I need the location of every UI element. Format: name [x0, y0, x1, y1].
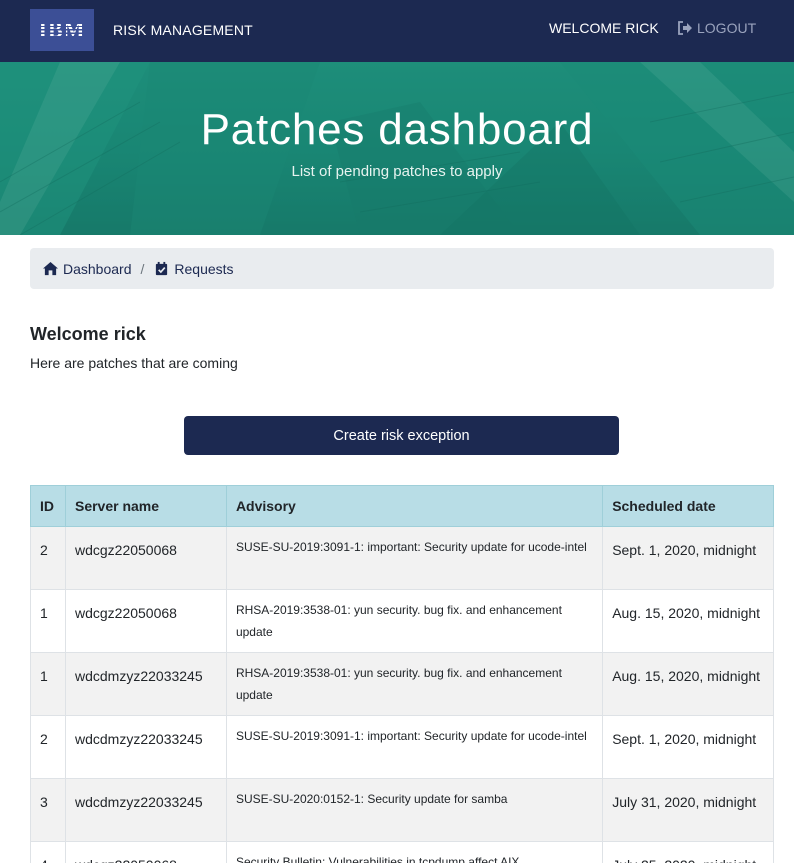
welcome-user-label: WELCOME RICK	[549, 20, 659, 36]
cell-server-name: wdcdmzyz22033245	[64, 778, 227, 842]
table-header-row: ID Server name Advisory Scheduled date	[30, 485, 774, 527]
cell-server-name: wdcgz22050068	[64, 526, 227, 590]
logout-link[interactable]: LOGOUT	[677, 20, 756, 36]
cell-id: 1	[30, 589, 66, 653]
cell-scheduled-date: Sept. 1, 2020, midnight	[602, 715, 774, 779]
cell-scheduled-date: Aug. 15, 2020, midnight	[602, 652, 774, 716]
home-icon	[43, 261, 58, 276]
cell-advisory: SUSE-SU-2019:3091-1: important: Security…	[225, 715, 604, 779]
logo-text: IBM	[38, 17, 86, 42]
cell-advisory: RHSA-2019:3538-01: yun security. bug fix…	[225, 652, 604, 716]
page-subtitle: List of pending patches to apply	[291, 163, 503, 180]
column-header-advisory[interactable]: Advisory	[225, 485, 604, 527]
patches-table: ID Server name Advisory Scheduled date 2…	[30, 485, 774, 863]
cell-id: 4	[30, 841, 66, 863]
page-title: Patches dashboard	[200, 105, 594, 154]
calendar-check-icon	[156, 261, 168, 276]
ibm-logo[interactable]: IBM	[30, 9, 94, 51]
table-row[interactable]: 3 wdcdmzyz22033245 SUSE-SU-2020:0152-1: …	[30, 778, 774, 842]
table-row[interactable]: 2 wdcdmzyz22033245 SUSE-SU-2019:3091-1: …	[30, 715, 774, 779]
cell-advisory: RHSA-2019:3538-01: yun security. bug fix…	[225, 589, 604, 653]
cell-server-name: wdcdmzyz22033245	[64, 715, 227, 779]
top-navbar: IBM RISK MANAGEMENT WELCOME RICK LOGOUT	[0, 0, 794, 62]
welcome-text: Here are patches that are coming	[30, 355, 238, 371]
cell-id: 2	[30, 526, 66, 590]
cell-advisory: SUSE-SU-2020:0152-1: Security update for…	[225, 778, 604, 842]
cell-scheduled-date: July 25, 2020, midnight	[602, 841, 774, 863]
breadcrumb-item-dashboard[interactable]: Dashboard	[42, 261, 132, 277]
breadcrumb-label: Dashboard	[63, 260, 132, 277]
hero-banner: Patches dashboard List of pending patche…	[0, 62, 794, 235]
cell-advisory: SUSE-SU-2019:3091-1: important: Security…	[225, 526, 604, 590]
breadcrumb-separator: /	[140, 260, 145, 277]
column-header-id[interactable]: ID	[30, 485, 66, 527]
table-row[interactable]: 4 wdcgz22050068 Security Bulletin: Vulne…	[30, 841, 774, 863]
cell-id: 1	[30, 652, 66, 716]
breadcrumb: Dashboard / Requests	[30, 248, 774, 289]
column-header-scheduled-date[interactable]: Scheduled date	[602, 485, 774, 527]
cell-server-name: wdcgz22050068	[64, 589, 227, 653]
cell-id: 2	[30, 715, 66, 779]
table-row[interactable]: 1 wdcdmzyz22033245 RHSA-2019:3538-01: yu…	[30, 652, 774, 716]
cell-id: 3	[30, 778, 66, 842]
cell-server-name: wdcgz22050068	[64, 841, 227, 863]
table-row[interactable]: 1 wdcgz22050068 RHSA-2019:3538-01: yun s…	[30, 589, 774, 653]
brand-title[interactable]: RISK MANAGEMENT	[113, 22, 253, 38]
cell-scheduled-date: Aug. 15, 2020, midnight	[602, 589, 774, 653]
logout-label: LOGOUT	[697, 20, 757, 36]
welcome-heading: Welcome rick	[30, 324, 146, 344]
cell-scheduled-date: July 31, 2020, midnight	[602, 778, 774, 842]
breadcrumb-item-requests[interactable]: Requests	[153, 260, 234, 277]
table-row[interactable]: 2 wdcgz22050068 SUSE-SU-2019:3091-1: imp…	[30, 526, 774, 590]
breadcrumb-label: Requests	[174, 260, 234, 277]
cell-scheduled-date: Sept. 1, 2020, midnight	[602, 526, 774, 590]
create-risk-exception-button[interactable]: Create risk exception	[184, 416, 619, 455]
cell-server-name: wdcdmzyz22033245	[64, 652, 227, 716]
sign-out-icon	[678, 21, 692, 35]
cell-advisory: Security Bulletin: Vulnerabilities in tc…	[225, 841, 604, 863]
column-header-server-name[interactable]: Server name	[64, 485, 227, 527]
